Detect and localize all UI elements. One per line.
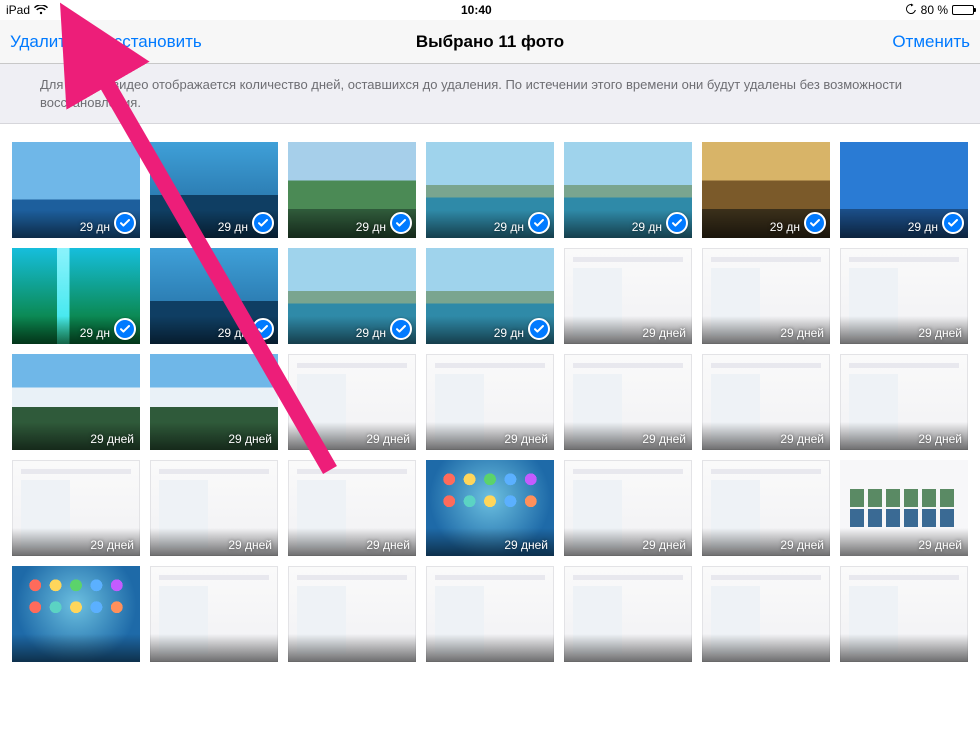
clock: 10:40 [48, 3, 905, 17]
photo-thumbnail[interactable]: 29 дней [288, 460, 416, 556]
photo-thumbnail[interactable]: 29 дн [12, 248, 140, 344]
days-remaining-label: 29 дней [780, 538, 824, 552]
days-remaining-label: 29 дней [228, 432, 272, 446]
battery-icon [952, 5, 974, 15]
photo-thumbnail[interactable]: 29 дн [564, 142, 692, 238]
photo-thumbnail[interactable]: 29 дн [150, 142, 278, 238]
days-remaining-label: 29 дней [780, 326, 824, 340]
selected-check-icon [942, 212, 964, 234]
photo-thumbnail[interactable] [288, 566, 416, 662]
photo-thumbnail[interactable]: 29 дней [288, 354, 416, 450]
photo-thumbnail[interactable]: 29 дней [564, 354, 692, 450]
selected-check-icon [528, 212, 550, 234]
days-remaining-label: 29 дн [356, 326, 386, 340]
navigation-bar: Удалить Восстановить Выбрано 11 фото Отм… [0, 20, 980, 64]
days-remaining-label: 29 дней [90, 538, 134, 552]
photo-thumbnail[interactable]: 29 дн [288, 142, 416, 238]
days-remaining-label: 29 дн [80, 326, 110, 340]
restore-button[interactable]: Восстановить [93, 32, 202, 52]
delete-button[interactable]: Удалить [10, 32, 75, 52]
days-remaining-label: 29 дн [80, 220, 110, 234]
days-remaining-label: 29 дн [632, 220, 662, 234]
photo-thumbnail[interactable]: 29 дней [564, 248, 692, 344]
days-remaining-label: 29 дней [642, 326, 686, 340]
status-bar: iPad 10:40 80 % [0, 0, 980, 20]
wifi-icon [34, 5, 48, 15]
device-label: iPad [6, 3, 30, 17]
days-remaining-label: 29 дн [494, 326, 524, 340]
days-remaining-label: 29 дней [366, 538, 410, 552]
photo-thumbnail[interactable]: 29 дней [150, 460, 278, 556]
days-remaining-label: 29 дней [90, 432, 134, 446]
battery-percent: 80 % [921, 3, 948, 17]
days-remaining-label: 29 дн [356, 220, 386, 234]
photo-thumbnail[interactable] [564, 566, 692, 662]
selected-check-icon [114, 212, 136, 234]
photo-thumbnail[interactable]: 29 дней [426, 460, 554, 556]
photo-thumbnail[interactable]: 29 дн [12, 142, 140, 238]
photo-thumbnail[interactable]: 29 дней [12, 354, 140, 450]
selected-check-icon [252, 318, 274, 340]
photo-thumbnail[interactable]: 29 дн [840, 142, 968, 238]
days-remaining-label: 29 дн [218, 220, 248, 234]
selected-check-icon [804, 212, 826, 234]
selected-check-icon [390, 318, 412, 340]
nav-title: Выбрано 11 фото [416, 32, 564, 52]
days-remaining-label: 29 дней [504, 538, 548, 552]
photo-thumbnail[interactable]: 29 дн [426, 248, 554, 344]
selected-check-icon [252, 212, 274, 234]
days-remaining-label: 29 дн [770, 220, 800, 234]
photo-thumbnail[interactable] [840, 566, 968, 662]
rotation-lock-icon [905, 3, 917, 18]
photo-thumbnail[interactable]: 29 дн [288, 248, 416, 344]
photo-thumbnail[interactable]: 29 дней [840, 354, 968, 450]
photo-thumbnail[interactable] [150, 566, 278, 662]
photo-thumbnail[interactable]: 29 дней [702, 354, 830, 450]
selected-check-icon [528, 318, 550, 340]
days-remaining-label: 29 дней [228, 538, 272, 552]
photo-thumbnail[interactable]: 29 дней [150, 354, 278, 450]
photo-thumbnail[interactable] [426, 566, 554, 662]
days-remaining-label: 29 дней [642, 432, 686, 446]
days-remaining-label: 29 дней [366, 432, 410, 446]
photo-thumbnail[interactable]: 29 дней [564, 460, 692, 556]
days-remaining-label: 29 дн [494, 220, 524, 234]
selected-check-icon [114, 318, 136, 340]
days-remaining-label: 29 дней [642, 538, 686, 552]
days-remaining-label: 29 дней [504, 432, 548, 446]
info-banner: Для фото и видео отображается количество… [0, 64, 980, 124]
photo-thumbnail[interactable]: 29 дней [840, 460, 968, 556]
photo-grid-container: 29 дн 29 дн 29 дн 29 дн 29 дн 29 дн 29 дн 29 дн… [0, 124, 980, 735]
photo-thumbnail[interactable]: 29 дней [702, 248, 830, 344]
photo-thumbnail[interactable]: 29 дней [840, 248, 968, 344]
photo-thumbnail[interactable]: 29 дн [150, 248, 278, 344]
days-remaining-label: 29 дней [918, 432, 962, 446]
photo-thumbnail[interactable] [702, 566, 830, 662]
cancel-button[interactable]: Отменить [892, 32, 970, 51]
photo-grid: 29 дн 29 дн 29 дн 29 дн 29 дн 29 дн 29 дн 29 дн… [12, 142, 968, 662]
photo-thumbnail[interactable]: 29 дн [702, 142, 830, 238]
days-remaining-label: 29 дней [918, 326, 962, 340]
photo-thumbnail[interactable]: 29 дней [12, 460, 140, 556]
photo-thumbnail[interactable] [12, 566, 140, 662]
selected-check-icon [390, 212, 412, 234]
photo-thumbnail[interactable]: 29 дней [426, 354, 554, 450]
days-remaining-label: 29 дней [780, 432, 824, 446]
days-remaining-label: 29 дн [218, 326, 248, 340]
photo-thumbnail[interactable]: 29 дн [426, 142, 554, 238]
days-remaining-label: 29 дней [918, 538, 962, 552]
days-remaining-label: 29 дн [908, 220, 938, 234]
photo-thumbnail[interactable]: 29 дней [702, 460, 830, 556]
selected-check-icon [666, 212, 688, 234]
